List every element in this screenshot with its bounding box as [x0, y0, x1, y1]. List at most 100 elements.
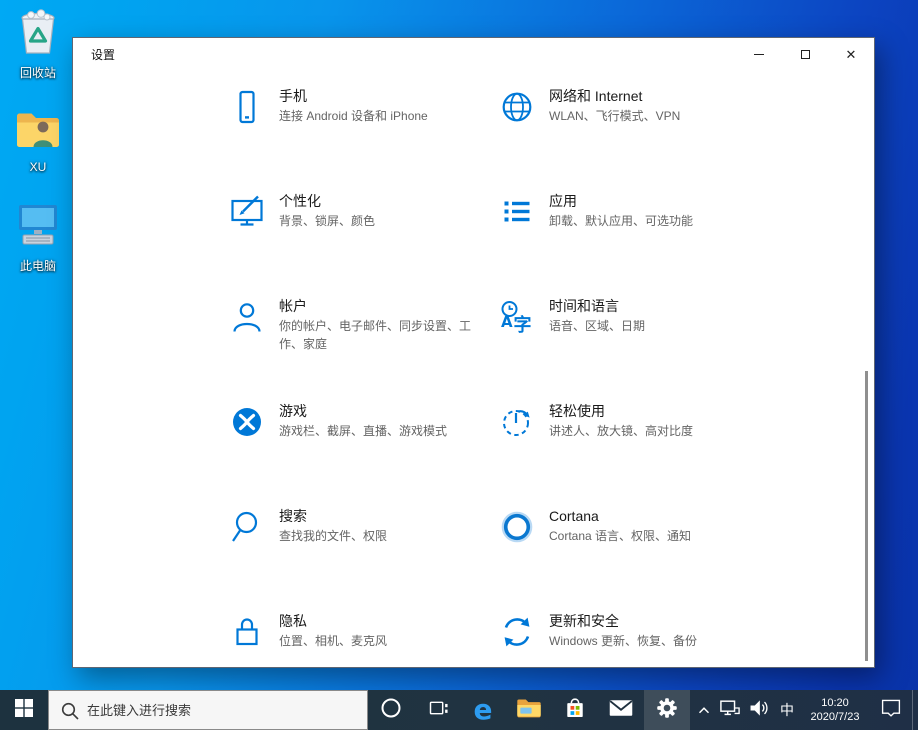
taskbar-search-box[interactable]: [48, 690, 368, 730]
phone-icon: [229, 89, 265, 125]
category-title: 帐户: [279, 297, 491, 315]
category-title: 应用: [549, 192, 693, 210]
category-subtitle: WLAN、飞行模式、VPN: [549, 107, 680, 125]
ease-of-access-icon: [499, 404, 535, 440]
file-explorer-button[interactable]: [506, 690, 552, 730]
store-button[interactable]: [552, 690, 598, 730]
category-title: 时间和语言: [549, 297, 645, 315]
recycle-bin-icon: [16, 8, 60, 61]
category-subtitle: 位置、相机、麦克风: [279, 632, 387, 650]
category-subtitle: 连接 Android 设备和 iPhone: [279, 107, 428, 125]
start-button[interactable]: [0, 690, 48, 730]
category-subtitle: 查找我的文件、权限: [279, 527, 387, 545]
settings-category-cortana[interactable]: Cortana Cortana 语言、权限、通知: [499, 507, 799, 612]
settings-category-search[interactable]: 搜索 查找我的文件、权限: [229, 507, 499, 612]
search-input[interactable]: [49, 691, 367, 729]
settings-category-gaming[interactable]: 游戏 游戏栏、截屏、直播、游戏模式: [229, 402, 499, 507]
search-icon: [229, 509, 265, 545]
clock[interactable]: 10:20 2020/7/23: [800, 690, 870, 730]
category-title: 网络和 Internet: [549, 87, 680, 105]
settings-button[interactable]: [644, 690, 690, 730]
category-subtitle: 讲述人、放大镜、高对比度: [549, 422, 693, 440]
maximize-button[interactable]: [782, 38, 828, 70]
action-center-button[interactable]: [870, 690, 912, 730]
desktop-icon-user-folder[interactable]: XU: [0, 108, 76, 174]
category-title: 游戏: [279, 402, 447, 420]
settings-category-phone[interactable]: 手机 连接 Android 设备和 iPhone: [229, 87, 499, 192]
category-title: Cortana: [549, 507, 691, 525]
network-icon: [719, 698, 741, 723]
desktop-icon-this-pc[interactable]: 此电脑: [0, 203, 76, 274]
speaker-icon: [748, 698, 770, 723]
lock-icon: [229, 614, 265, 650]
settings-category-apps[interactable]: 应用 卸载、默认应用、可选功能: [499, 192, 799, 297]
category-title: 隐私: [279, 612, 387, 630]
category-title: 轻松使用: [549, 402, 693, 420]
action-center-icon: [879, 696, 903, 725]
category-subtitle: 背景、锁屏、颜色: [279, 212, 375, 230]
settings-category-accounts[interactable]: 帐户 你的帐户、电子邮件、同步设置、工作、家庭: [229, 297, 499, 402]
cortana-icon: [499, 509, 535, 545]
minimize-icon: [754, 54, 764, 55]
settings-category-personalization[interactable]: 个性化 背景、锁屏、颜色: [229, 192, 499, 297]
time-label: 10:20: [821, 696, 849, 710]
xbox-icon: [229, 404, 265, 440]
personalization-icon: [229, 194, 265, 230]
accounts-icon: [229, 299, 265, 335]
category-subtitle: Cortana 语言、权限、通知: [549, 527, 691, 545]
volume-button[interactable]: [744, 690, 774, 730]
cortana-button[interactable]: [368, 690, 414, 730]
globe-icon: [499, 89, 535, 125]
edge-button[interactable]: e: [460, 690, 506, 730]
cortana-icon: [379, 696, 403, 725]
category-title: 更新和安全: [549, 612, 697, 630]
desktop-icon-recycle-bin[interactable]: 回收站: [0, 8, 76, 81]
category-subtitle: 游戏栏、截屏、直播、游戏模式: [279, 422, 447, 440]
settings-categories: 手机 连接 Android 设备和 iPhone 网络和 Internet WL…: [229, 87, 799, 717]
category-title: 手机: [279, 87, 428, 105]
category-subtitle: 卸载、默认应用、可选功能: [549, 212, 693, 230]
category-subtitle: Windows 更新、恢复、备份: [549, 632, 697, 650]
settings-category-network[interactable]: 网络和 Internet WLAN、飞行模式、VPN: [499, 87, 799, 192]
network-status-button[interactable]: [716, 690, 744, 730]
close-icon: ✕: [846, 48, 857, 61]
user-folder-icon: [14, 108, 62, 157]
date-label: 2020/7/23: [811, 710, 860, 724]
category-subtitle: 语音、区域、日期: [549, 317, 645, 335]
close-button[interactable]: ✕: [828, 38, 874, 70]
minimize-button[interactable]: [736, 38, 782, 70]
settings-category-ease-of-access[interactable]: 轻松使用 讲述人、放大镜、高对比度: [499, 402, 799, 507]
category-title: 个性化: [279, 192, 375, 210]
sync-icon: [499, 614, 535, 650]
title-bar[interactable]: 设置 ✕: [73, 38, 874, 70]
ime-label: 中: [780, 700, 794, 720]
svg-text:A: A: [501, 313, 513, 331]
desktop-icon-label: XU: [30, 160, 47, 174]
svg-text:字: 字: [514, 314, 532, 335]
window-scrollbar[interactable]: [865, 371, 868, 661]
edge-icon: e: [474, 696, 493, 724]
taskbar: e: [0, 690, 918, 730]
search-icon: [60, 701, 80, 726]
category-title: 搜索: [279, 507, 387, 525]
file-explorer-icon: [516, 696, 542, 725]
window-title: 设置: [91, 46, 115, 63]
category-subtitle: 你的帐户、电子邮件、同步设置、工作、家庭: [279, 317, 491, 353]
system-tray: 中 10:20 2020/7/23: [692, 690, 918, 730]
desktop-icon-label: 此电脑: [20, 257, 56, 274]
this-pc-icon: [15, 203, 61, 254]
task-view-button[interactable]: [414, 690, 460, 730]
task-view-icon: [424, 695, 450, 726]
store-icon: [562, 695, 588, 726]
tray-expand-button[interactable]: [692, 690, 716, 730]
show-desktop-button[interactable]: [912, 690, 918, 730]
mail-icon: [608, 697, 634, 724]
settings-category-time-language[interactable]: A 字 时间和语言 语音、区域、日期: [499, 297, 799, 402]
windows-logo-icon: [15, 699, 33, 722]
settings-window: 设置 ✕ 手机 连接 Android 设备和 iPhone: [72, 37, 875, 668]
maximize-icon: [801, 50, 810, 59]
apps-icon: [499, 194, 535, 230]
ime-indicator[interactable]: 中: [774, 690, 800, 730]
chevron-up-icon: [695, 701, 713, 719]
mail-button[interactable]: [598, 690, 644, 730]
